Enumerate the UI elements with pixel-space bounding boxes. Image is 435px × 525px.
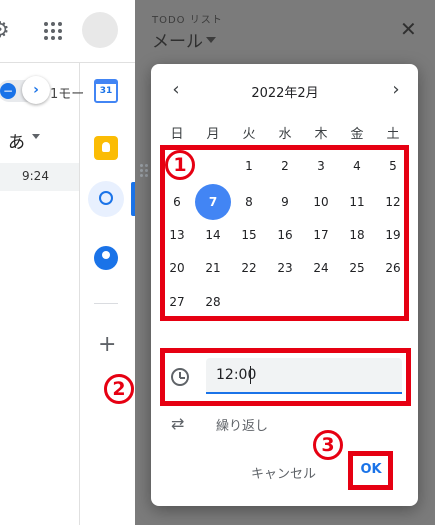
cancel-button[interactable]: キャンセル — [251, 463, 316, 482]
dropdown-caret-icon[interactable] — [32, 134, 40, 139]
month-label: 2022年2月 — [251, 86, 319, 101]
panel-subtitle: TODO リスト — [152, 15, 223, 26]
annotation-number: 1 — [165, 150, 195, 180]
expand-button[interactable]: › — [22, 76, 50, 104]
weekday-label: 土 — [386, 127, 400, 142]
weekday-label: 月 — [206, 127, 220, 142]
weekday-label: 火 — [242, 127, 256, 142]
chevron-down-icon[interactable] — [206, 37, 216, 43]
close-icon[interactable]: ✕ — [400, 19, 417, 39]
header-divider — [0, 62, 135, 63]
calendar-icon[interactable]: 31 — [94, 79, 118, 103]
gear-icon[interactable]: ⚙ — [0, 18, 16, 44]
plus-icon[interactable]: + — [98, 334, 116, 356]
avatar[interactable] — [82, 12, 118, 48]
keep-icon[interactable] — [94, 136, 118, 160]
weekday-label: 水 — [278, 127, 292, 142]
tasks-icon[interactable] — [88, 181, 124, 217]
sidebar-separator — [94, 303, 118, 304]
list-selector[interactable]: メール — [152, 27, 203, 52]
annotation-box-ok — [348, 451, 393, 490]
annotation-number: 3 — [313, 430, 343, 460]
annotation-box-time — [160, 348, 411, 406]
prev-month-button[interactable]: ‹ — [166, 80, 186, 100]
annotation-number: 2 — [104, 374, 134, 404]
annotation-box-calendar — [160, 145, 409, 321]
input-mode-label[interactable]: あ — [8, 128, 25, 153]
list-item-time: 9:24 — [22, 169, 49, 183]
repeat-icon: ⇄ — [171, 414, 185, 433]
contacts-icon[interactable] — [94, 246, 118, 270]
repeat-option[interactable]: 繰り返し — [216, 415, 268, 434]
weekday-label: 金 — [350, 127, 364, 142]
mode-text: 1モー — [50, 87, 85, 102]
next-month-button[interactable]: › — [386, 80, 406, 100]
sidebar-divider — [79, 62, 80, 525]
weekday-label: 日 — [170, 127, 184, 142]
drag-handle-icon[interactable] — [140, 164, 150, 178]
minus-icon[interactable]: − — [0, 83, 16, 99]
weekday-label: 木 — [314, 127, 328, 142]
apps-grid-icon[interactable] — [44, 22, 62, 40]
